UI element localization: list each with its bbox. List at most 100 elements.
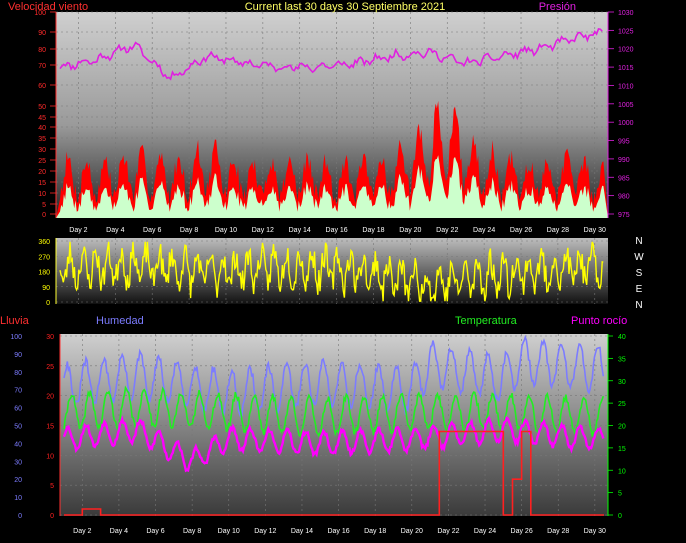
tick-label-right: 15 [618,446,626,453]
x-tick-label: Day 30 [584,528,606,535]
tick-label-humidity: 70 [14,388,22,395]
tick-label-humidity: 30 [14,459,22,466]
tick-label-right: 1000 [618,120,634,127]
tick-label-left: 80 [38,47,46,54]
x-tick-label: Day 14 [289,227,311,234]
x-axis-labels-bottom: Day 2 Day 4 Day 6 Day 8 Day 10 Day 12 Day 14 Da… [73,528,606,535]
x-axis-labels-top: Day 2 Day 4 Day 6 Day 8 Day 10 Day 12 Day 14 Da… [69,227,606,234]
tick-label-right: 980 [618,194,630,201]
x-tick-label: Day 2 [69,227,87,234]
tick-label-rain: 25 [46,364,54,371]
tick-label-humidity: 20 [14,477,22,484]
tick-label-right: 1025 [618,28,634,35]
tick-label-humidity: 100 [10,334,22,341]
temp-humidity-panel: 0 10 20 30 40 50 60 70 80 90 100 0 5 10 15 20 25 30 0 5 10 15… [0,315,627,535]
x-tick-label: Day 4 [110,528,128,535]
tick-label-right: 975 [618,212,630,219]
x-tick-label: Day 8 [183,528,201,535]
x-tick-label: Day 16 [326,227,348,234]
tick-label-right: 1005 [618,102,634,109]
x-tick-label: Day 12 [254,528,276,535]
x-tick-label: Day 22 [436,227,458,234]
tick-label-humidity: 10 [14,495,22,502]
tick-label-left: 5 [42,202,46,209]
tick-label-left: 70 [38,63,46,70]
x-tick-label: Day 12 [252,227,274,234]
tick-label-left: 360 [38,239,50,246]
pressure-label: Presión [539,1,576,13]
x-tick-label: Day 4 [106,227,124,234]
tick-label-humidity: 90 [14,352,22,359]
tick-label-left: 20 [38,169,46,176]
tick-label-left: 25 [38,158,46,165]
wind-speed-label: Velocidad viento [8,1,88,13]
x-tick-label: Day 28 [547,528,569,535]
tick-label-right: 995 [618,139,630,146]
tick-label-right: 30 [618,379,626,386]
tick-label-right: 985 [618,175,630,182]
tick-label-left: 30 [38,147,46,154]
x-tick-label: Day 20 [399,227,421,234]
tick-label-left: 0 [42,212,46,219]
tick-label-humidity: 0 [18,513,22,520]
tick-label-humidity: 40 [14,441,22,448]
tick-label-left: 60 [38,83,46,90]
tick-label-right: 1020 [618,47,634,54]
humidity-label: Humedad [96,315,144,327]
x-tick-label: Day 6 [143,227,161,234]
x-tick-label: Day 20 [401,528,423,535]
x-tick-label: Day 10 [218,528,240,535]
x-tick-label: Day 18 [364,528,386,535]
compass-label: S [636,268,643,279]
tick-label-left: 270 [38,254,50,261]
tick-label-rain: 5 [50,483,54,490]
tick-label-left: 45 [38,115,46,122]
tick-label-rain: 10 [46,453,54,460]
chart-title: Current last 30 days 30 Septiembre 2021 [245,1,446,13]
tick-label-rain: 0 [50,513,54,520]
x-tick-label: Day 8 [180,227,198,234]
temperature-label: Temperatura [455,315,518,327]
tick-label-left: 40 [38,125,46,132]
ticks-mid: 0 90 180 270 360 [38,239,50,307]
tick-label-humidity: 50 [14,424,22,431]
tick-label-left: 15 [38,180,46,187]
tick-label-right: 35 [618,356,626,363]
compass-label: W [634,252,644,263]
x-tick-label: Day 26 [510,227,532,234]
tick-label-left: 0 [46,300,50,307]
x-tick-label: Day 10 [215,227,237,234]
tick-label-right: 20 [618,424,626,431]
tick-label-left: 180 [38,270,50,277]
x-tick-label: Day 18 [362,227,384,234]
wind-direction-panel: 090180270360 NWSEN [38,236,644,311]
x-tick-label: Day 24 [474,528,496,535]
tick-label-humidity: 80 [14,370,22,377]
tick-label-rain: 15 [46,424,54,431]
tick-label-left: 90 [38,30,46,37]
x-tick-label: Day 14 [291,528,313,535]
x-tick-label: Day 22 [437,528,459,535]
compass-label: E [636,284,643,295]
compass-label: N [635,300,642,311]
tick-label-right: 5 [618,491,622,498]
tick-label-right: 10 [618,468,626,475]
x-tick-label: Day 28 [547,227,569,234]
tick-label-right: 0 [618,513,622,520]
tick-label-right: 1010 [618,83,634,90]
tick-label-left: 90 [42,285,50,292]
tick-label-rain: 30 [46,334,54,341]
tick-label-right: 25 [618,401,626,408]
weather-charts: 0510152025303540455060708090100975980985… [0,1,644,535]
rain-label: Lluvia [0,315,30,327]
x-tick-label: Day 24 [473,227,495,234]
x-tick-label: Day 16 [327,528,349,535]
x-tick-label: Day 6 [146,528,164,535]
tick-label-rain: 20 [46,394,54,401]
compass-labels: NWSEN [634,236,644,311]
tick-label-humidity: 60 [14,406,22,413]
tick-label-right: 990 [618,157,630,164]
x-tick-label: Day 26 [511,528,533,535]
tick-label-right: 1030 [618,10,634,17]
tick-label-left: 50 [38,104,46,111]
